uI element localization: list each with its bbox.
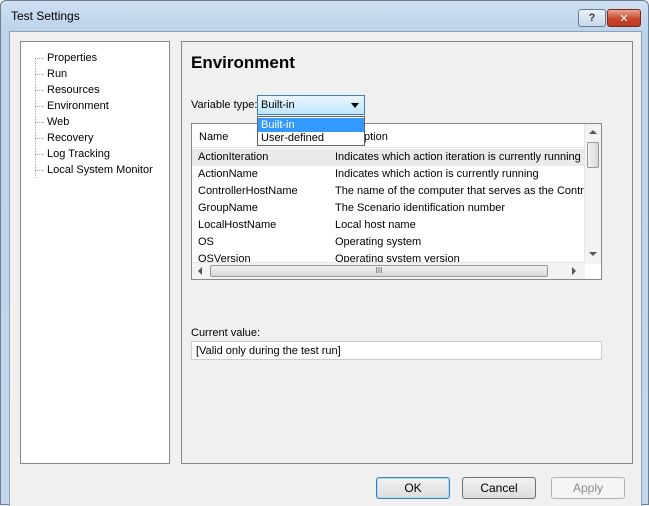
current-value-field[interactable]: [Valid only during the test run]	[191, 341, 602, 360]
tree-item-run[interactable]: Run	[35, 67, 67, 82]
tree-item-log-tracking[interactable]: Log Tracking	[35, 147, 110, 162]
dropdown-option-built-in[interactable]: Built-in	[258, 118, 364, 132]
variable-name: OS	[198, 236, 214, 248]
column-header-description[interactable]: ption	[364, 131, 388, 143]
close-button[interactable]: ✕	[607, 9, 641, 27]
tree-item-web[interactable]: Web	[35, 115, 69, 130]
test-settings-window: Test Settings ? ✕ Properties Run Resourc…	[0, 0, 649, 506]
apply-button[interactable]: Apply	[551, 477, 625, 499]
variable-name: GroupName	[198, 202, 258, 214]
tree-item-environment[interactable]: Environment	[35, 99, 109, 114]
variable-name: LocalHostName	[198, 219, 277, 231]
table-row[interactable]: OS Operating system	[192, 234, 585, 251]
variables-list: Name ption ActionIteration Indicates whi…	[191, 123, 602, 280]
variable-description: Indicates which action iteration is curr…	[335, 151, 581, 163]
environment-panel: Environment Variable type: Built-in Buil…	[181, 41, 633, 464]
table-row[interactable]: ActionName Indicates which action is cur…	[192, 166, 585, 183]
dropdown-option-user-defined[interactable]: User-defined	[258, 131, 364, 145]
table-row[interactable]: ControllerHostName The name of the compu…	[192, 183, 585, 200]
variable-type-select[interactable]: Built-in	[257, 95, 365, 115]
table-row[interactable]: GroupName The Scenario identification nu…	[192, 200, 585, 217]
table-row[interactable]: ActionIteration Indicates which action i…	[192, 149, 585, 166]
settings-tree: Properties Run Resources Environment Web…	[20, 41, 170, 464]
column-header-name[interactable]: Name	[199, 131, 228, 143]
title-bar: Test Settings ? ✕	[1, 1, 648, 33]
tree-item-resources[interactable]: Resources	[35, 83, 100, 98]
variable-description: Operating system	[335, 236, 422, 248]
variable-name: ActionIteration	[198, 151, 269, 163]
tree-item-properties[interactable]: Properties	[35, 51, 97, 66]
chevron-down-icon	[351, 103, 359, 108]
list-header: Name ption	[192, 124, 585, 148]
cancel-button[interactable]: Cancel	[462, 477, 536, 499]
scroll-down-icon[interactable]	[589, 252, 597, 256]
vertical-scrollbar[interactable]	[584, 124, 601, 264]
scroll-right-icon[interactable]	[572, 267, 576, 275]
variable-type-dropdown: Built-in User-defined	[257, 116, 365, 146]
variable-name: ActionName	[198, 168, 258, 180]
ok-button[interactable]: OK	[376, 477, 450, 499]
variable-name: ControllerHostName	[198, 185, 298, 197]
tree-item-recovery[interactable]: Recovery	[35, 131, 93, 146]
variable-description: The name of the computer that serves as …	[335, 185, 585, 197]
window-title: Test Settings	[11, 9, 80, 23]
variable-description: The Scenario identification number	[335, 202, 505, 214]
variable-type-label: Variable type:	[191, 99, 258, 111]
horizontal-scrollbar[interactable]: III	[192, 262, 585, 279]
page-title: Environment	[191, 53, 295, 72]
table-row[interactable]: LocalHostName Local host name	[192, 217, 585, 234]
variable-description: Indicates which action is currently runn…	[335, 168, 539, 180]
variable-description: Local host name	[335, 219, 416, 231]
variable-type-value: Built-in	[261, 99, 295, 111]
horizontal-scroll-thumb[interactable]: III	[210, 265, 548, 277]
scroll-up-icon[interactable]	[589, 130, 597, 134]
dialog-body: Properties Run Resources Environment Web…	[9, 31, 642, 506]
current-value-label: Current value:	[191, 327, 261, 339]
scroll-left-icon[interactable]	[198, 267, 202, 275]
vertical-scroll-thumb[interactable]	[587, 142, 599, 168]
tree-item-local-system-monitor[interactable]: Local System Monitor	[35, 163, 153, 178]
help-button[interactable]: ?	[578, 9, 606, 27]
